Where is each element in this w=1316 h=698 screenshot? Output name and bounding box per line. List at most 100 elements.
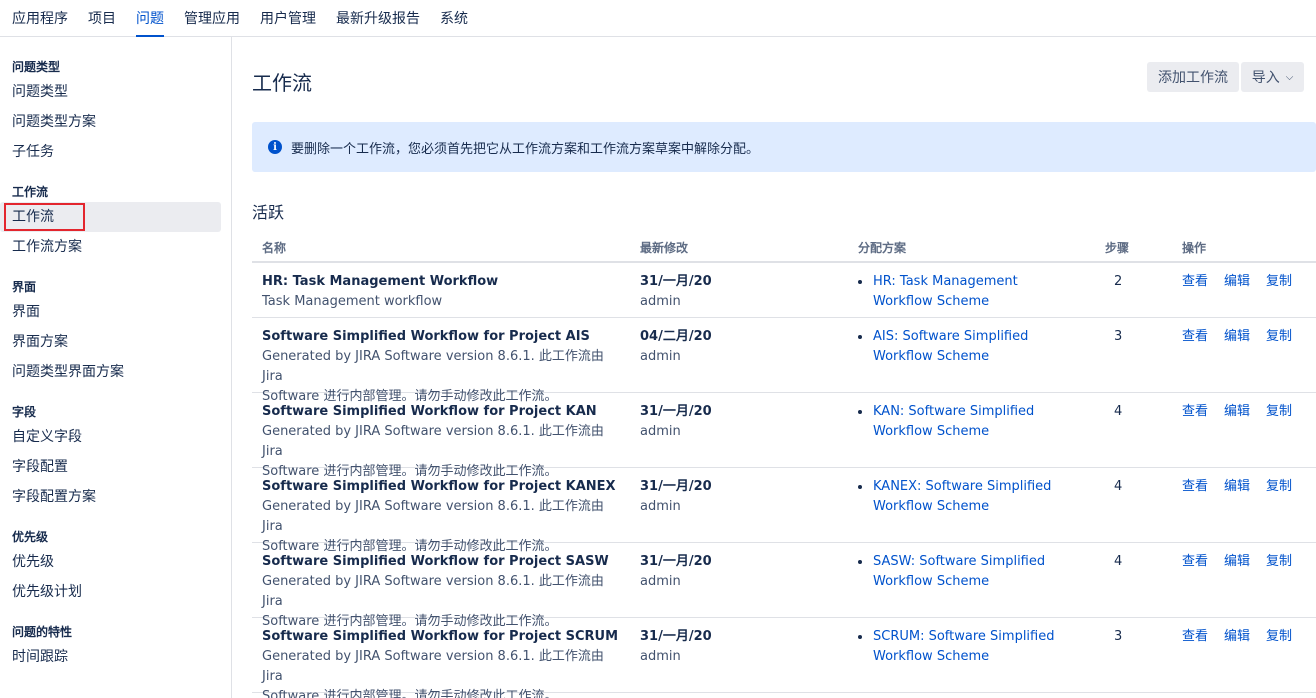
scheme-list-item: KAN: Software Simplified Workflow Scheme	[858, 402, 1078, 442]
tab-manage-apps[interactable]: 管理应用	[184, 0, 240, 36]
copy-link[interactable]: 复制	[1266, 272, 1292, 292]
edit-link[interactable]: 编辑	[1224, 477, 1250, 497]
last-modified-cell: 31/一月/20 admin	[640, 272, 820, 312]
column-header-modified: 最新修改	[640, 241, 689, 255]
actions-cell: 查看 编辑 复制	[1182, 402, 1316, 422]
edit-link[interactable]: 编辑	[1224, 327, 1250, 347]
workflow-name-cell: HR: Task Management Workflow Task Manage…	[262, 272, 627, 312]
actions-cell: 查看 编辑 复制	[1182, 552, 1316, 572]
top-navigation: 应用程序 项目 问题 管理应用 用户管理 最新升级报告 系统	[0, 0, 1316, 37]
info-banner: i 要删除一个工作流，您必须首先把它从工作流方案和工作流方案草案中解除分配。	[252, 122, 1316, 172]
info-icon: i	[268, 140, 282, 154]
copy-link[interactable]: 复制	[1266, 552, 1292, 572]
sidebar-item-issue-type-screen-schemes[interactable]: 问题类型界面方案	[0, 357, 221, 387]
scheme-link[interactable]: KANEX: Software Simplified Workflow Schem…	[873, 479, 1051, 514]
scheme-list-item: SASW: Software Simplified Workflow Scheme	[858, 552, 1078, 592]
workflow-title: Software Simplified Workflow for Project…	[262, 629, 619, 644]
column-header-name: 名称	[262, 241, 287, 255]
edit-link[interactable]: 编辑	[1224, 402, 1250, 422]
view-link[interactable]: 查看	[1182, 272, 1208, 292]
scheme-list-item: AIS: Software Simplified Workflow Scheme	[858, 327, 1078, 367]
view-link[interactable]: 查看	[1182, 627, 1208, 647]
sidebar-item-custom-fields[interactable]: 自定义字段	[0, 422, 221, 452]
sidebar-item-screen-schemes[interactable]: 界面方案	[0, 327, 221, 357]
table-row: Software Simplified Workflow for Project…	[252, 618, 1316, 698]
modified-date: 31/一月/20	[640, 629, 712, 644]
sidebar-item-time-tracking[interactable]: 时间跟踪	[0, 642, 221, 672]
assigned-schemes-cell: HR: Task Management Workflow Scheme	[858, 272, 1078, 312]
modified-date: 04/二月/20	[640, 329, 712, 344]
edit-link[interactable]: 编辑	[1224, 552, 1250, 572]
tab-system[interactable]: 系统	[440, 0, 468, 36]
sidebar-item-workflows[interactable]: 工作流	[0, 202, 221, 232]
tab-issues[interactable]: 问题	[136, 0, 164, 37]
tab-user-management[interactable]: 用户管理	[260, 0, 316, 36]
sidebar-item-screens[interactable]: 界面	[0, 297, 221, 327]
sidebar-item-workflow-schemes[interactable]: 工作流方案	[0, 232, 221, 262]
sidebar-item-priority-schemes[interactable]: 优先级计划	[0, 577, 221, 607]
workflow-description: Generated by JIRA Software version 8.6.1…	[262, 424, 604, 459]
import-dropdown-button[interactable]: 导入 ⌵	[1241, 62, 1304, 92]
steps-count: 4	[1114, 479, 1123, 494]
modified-user: admin	[640, 649, 681, 664]
last-modified-cell: 31/一月/20 admin	[640, 477, 820, 517]
table-header: 名称 最新修改 分配方案 步骤 操作	[252, 231, 1316, 263]
scheme-list-item: SCRUM: Software Simplified Workflow Schem…	[858, 627, 1078, 667]
sidebar-heading: 工作流	[12, 185, 49, 199]
copy-link[interactable]: 复制	[1266, 327, 1292, 347]
sidebar-heading: 问题类型	[12, 60, 61, 74]
main-content: 工作流 添加工作流 导入 ⌵ i 要删除一个工作流，您必须首先把它从工作流方案和…	[232, 37, 1316, 698]
import-label: 导入	[1251, 70, 1280, 86]
sidebar-item-issue-types[interactable]: 问题类型	[0, 77, 221, 107]
sidebar-group-screens: 界面 界面 界面方案 问题类型界面方案	[0, 277, 231, 387]
sidebar-heading: 优先级	[12, 530, 49, 544]
column-header-steps: 步骤	[1105, 241, 1130, 255]
table-row: Software Simplified Workflow for Project…	[252, 318, 1316, 404]
workflow-description: Generated by JIRA Software version 8.6.1…	[262, 349, 604, 384]
sidebar-item-priorities[interactable]: 优先级	[0, 547, 221, 577]
edit-link[interactable]: 编辑	[1224, 272, 1250, 292]
edit-link[interactable]: 编辑	[1224, 627, 1250, 647]
modified-user: admin	[640, 294, 681, 309]
add-workflow-button[interactable]: 添加工作流	[1147, 62, 1239, 92]
tab-latest-upgrade-report[interactable]: 最新升级报告	[336, 0, 420, 36]
view-link[interactable]: 查看	[1182, 477, 1208, 497]
scheme-link[interactable]: SCRUM: Software Simplified Workflow Schem…	[873, 629, 1055, 664]
actions-cell: 查看 编辑 复制	[1182, 477, 1316, 497]
actions-cell: 查看 编辑 复制	[1182, 627, 1316, 647]
copy-link[interactable]: 复制	[1266, 402, 1292, 422]
steps-count: 4	[1114, 404, 1123, 419]
view-link[interactable]: 查看	[1182, 402, 1208, 422]
view-link[interactable]: 查看	[1182, 327, 1208, 347]
table-row: Software Simplified Workflow for Project…	[252, 393, 1316, 479]
scheme-link[interactable]: KAN: Software Simplified Workflow Scheme	[873, 404, 1034, 439]
sidebar-group-issue-types: 问题类型 问题类型 问题类型方案 子任务	[0, 57, 231, 167]
scheme-link[interactable]: HR: Task Management Workflow Scheme	[873, 274, 1018, 309]
tab-projects[interactable]: 项目	[88, 0, 116, 36]
workflow-description: Generated by JIRA Software version 8.6.1…	[262, 574, 604, 609]
copy-link[interactable]: 复制	[1266, 477, 1292, 497]
sidebar-item-sub-tasks[interactable]: 子任务	[0, 137, 221, 167]
copy-link[interactable]: 复制	[1266, 627, 1292, 647]
sidebar-item-issue-type-schemes[interactable]: 问题类型方案	[0, 107, 221, 137]
steps-count: 3	[1114, 629, 1123, 644]
workflow-description: Generated by JIRA Software version 8.6.1…	[262, 499, 604, 534]
workflow-title: Software Simplified Workflow for Project…	[262, 479, 616, 494]
sidebar-item-field-configurations[interactable]: 字段配置	[0, 452, 221, 482]
workflow-title: Software Simplified Workflow for Project…	[262, 554, 609, 569]
workflow-table: 名称 最新修改 分配方案 步骤 操作 HR: Task Management W…	[252, 231, 1316, 698]
table-row: HR: Task Management Workflow Task Manage…	[252, 263, 1316, 318]
tab-applications[interactable]: 应用程序	[12, 0, 68, 36]
view-link[interactable]: 查看	[1182, 552, 1208, 572]
modified-date: 31/一月/20	[640, 274, 712, 289]
last-modified-cell: 31/一月/20 admin	[640, 552, 820, 592]
workflow-title: Software Simplified Workflow for Project…	[262, 329, 590, 344]
info-message: 要删除一个工作流，您必须首先把它从工作流方案和工作流方案草案中解除分配。	[291, 141, 760, 157]
scheme-link[interactable]: SASW: Software Simplified Workflow Scheme	[873, 554, 1045, 589]
modified-user: admin	[640, 424, 681, 439]
scheme-link[interactable]: AIS: Software Simplified Workflow Scheme	[873, 329, 1028, 364]
steps-count: 3	[1114, 329, 1123, 344]
sidebar-item-field-configuration-schemes[interactable]: 字段配置方案	[0, 482, 221, 512]
sidebar-group-issue-features: 问题的特性 时间跟踪	[0, 622, 231, 672]
scheme-list-item: HR: Task Management Workflow Scheme	[858, 272, 1078, 312]
